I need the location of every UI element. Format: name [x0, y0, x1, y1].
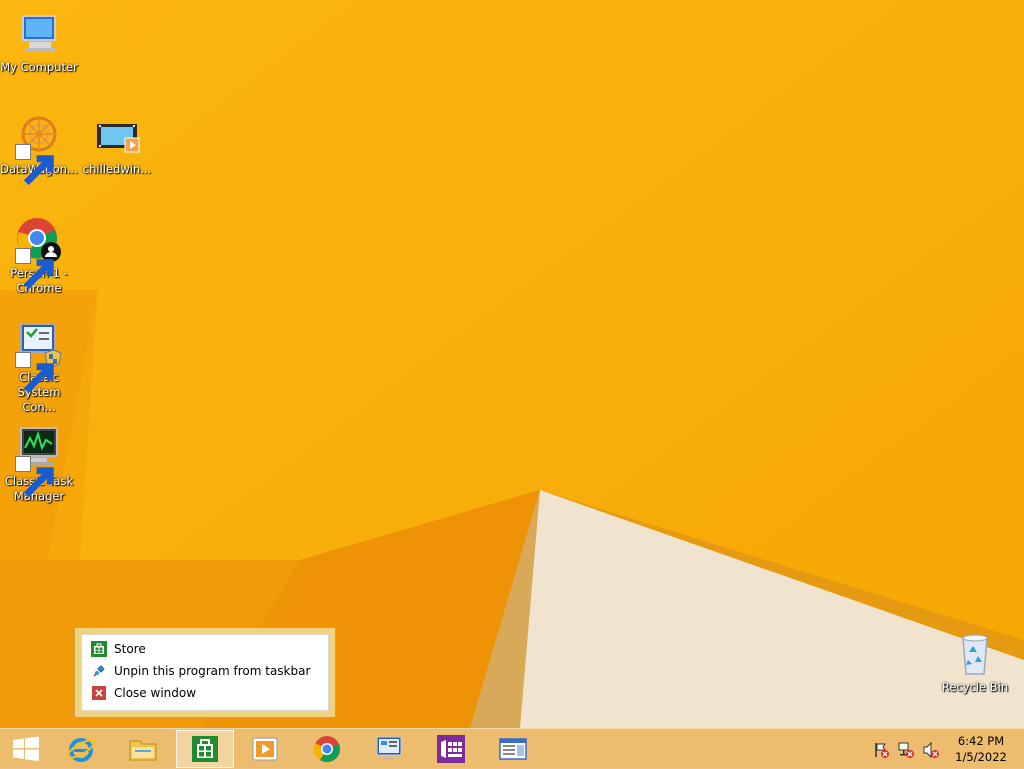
taskbar-button-file-explorer[interactable] — [114, 730, 172, 768]
desktop-icon-classic-task-manager[interactable]: Classic Task Manager — [0, 424, 78, 504]
computer-icon — [15, 10, 63, 58]
taskbar-button-chrome[interactable] — [298, 730, 356, 768]
desktop-icon-label: chilledwin... — [82, 162, 152, 176]
taskbar-button-media-player[interactable] — [236, 730, 294, 768]
jump-list-item-label: Unpin this program from taskbar — [114, 664, 311, 678]
shortcut-arrow-icon — [15, 456, 54, 498]
control-panel-icon — [15, 320, 63, 394]
recycle-bin-icon — [951, 630, 999, 678]
desktop-icon-label: Recycle Bin — [941, 680, 1009, 694]
taskbar-button-store[interactable] — [176, 730, 234, 768]
task-manager-icon — [15, 424, 63, 498]
app-tiles-icon — [437, 735, 465, 763]
clock-date: 1/5/2022 — [955, 750, 1007, 764]
desktop-icon-datawagon[interactable]: DataWagon... — [0, 112, 78, 186]
datawagon-icon — [15, 112, 63, 186]
speaker-muted-icon[interactable] — [922, 741, 940, 759]
desktop-icon-classic-system-control[interactable]: Classic System Con... — [0, 320, 78, 415]
desktop-icon-my-computer[interactable]: My Computer — [0, 10, 78, 75]
action-center-flag-icon[interactable] — [872, 741, 890, 759]
taskbar-button-onenote[interactable] — [422, 730, 480, 768]
start-button[interactable] — [6, 733, 46, 765]
desktop-icon-label: My Computer — [0, 60, 78, 74]
clock-time: 6:42 PM — [957, 734, 1005, 748]
jump-list-item-label: Store — [114, 642, 146, 656]
folder-icon — [129, 740, 157, 761]
desktop-icon-chilledwin[interactable]: chilledwin... — [78, 112, 156, 177]
windows-logo-icon — [13, 736, 39, 761]
jump-list-item-close-window[interactable]: Close window — [82, 682, 328, 704]
taskbar-button-control-panel[interactable] — [360, 730, 418, 768]
taskbar: 6:42 PM 1/5/2022 — [0, 728, 1024, 769]
video-file-icon — [93, 112, 141, 160]
window-icon — [499, 738, 527, 760]
media-player-icon — [252, 737, 278, 761]
shortcut-arrow-icon — [15, 144, 54, 186]
control-panel-icon — [376, 736, 402, 760]
jump-list-item-label: Close window — [114, 686, 197, 700]
store-icon — [192, 736, 218, 762]
store-icon — [91, 641, 107, 657]
ie-icon — [66, 738, 96, 762]
jump-list-item-unpin[interactable]: Unpin this program from taskbar — [82, 660, 328, 682]
jump-list-item-store[interactable]: Store — [82, 638, 328, 660]
taskbar-button-window-app[interactable] — [484, 730, 542, 768]
unpin-icon — [91, 663, 107, 679]
network-icon[interactable] — [897, 741, 915, 759]
taskbar-jump-list: Store Unpin this program from taskbar Cl… — [74, 627, 336, 718]
shortcut-arrow-icon — [15, 248, 54, 290]
jump-list-panel: Store Unpin this program from taskbar Cl… — [81, 634, 329, 711]
desktop-icon-recycle-bin[interactable]: Recycle Bin — [936, 630, 1014, 695]
chrome-icon — [15, 216, 63, 290]
close-icon — [91, 685, 107, 701]
desktop-icon-person1-chrome[interactable]: Person 1 - Chrome — [0, 216, 78, 296]
taskbar-button-internet-explorer[interactable] — [52, 730, 110, 768]
shortcut-arrow-icon — [15, 352, 54, 394]
chrome-icon — [313, 736, 341, 763]
taskbar-clock[interactable]: 6:42 PM 1/5/2022 — [944, 733, 1018, 765]
